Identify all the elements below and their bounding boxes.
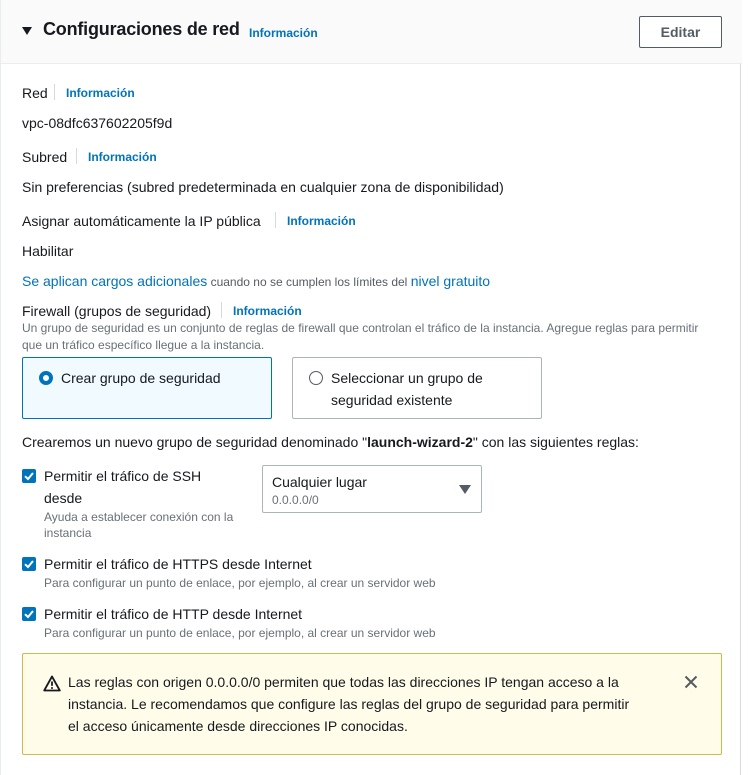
warning-alert: Las reglas con origen 0.0.0.0/0 permiten… bbox=[22, 653, 722, 755]
http-label: Permitir el tráfico de HTTP desde Intern… bbox=[44, 606, 303, 622]
firewall-description-line1: Un grupo de seguridad es un conjunto de … bbox=[22, 321, 699, 335]
header-info-link[interactable]: Información bbox=[249, 26, 318, 40]
http-help: Para configurar un punto de enlace, por … bbox=[44, 626, 436, 640]
ssh-source-cidr: 0.0.0.0/0 bbox=[272, 493, 319, 507]
select-existing-group-label-line1: Seleccionar un grupo de bbox=[331, 370, 483, 386]
close-icon[interactable] bbox=[683, 674, 699, 690]
public-ip-label: Asignar automáticamente la IP pública bbox=[22, 213, 261, 229]
network-label: Red bbox=[22, 85, 48, 101]
caret-down-icon bbox=[459, 485, 471, 494]
divider bbox=[221, 302, 222, 318]
rules-intro-suffix: " con las siguientes reglas: bbox=[472, 434, 639, 450]
divider bbox=[76, 148, 77, 164]
ssh-help-line1: Ayuda a establecer conexión con la bbox=[44, 510, 234, 524]
warning-text-line3: el acceso únicamente desde direcciones I… bbox=[68, 718, 408, 734]
subnet-value: Sin preferencias (subred predeterminada … bbox=[22, 179, 504, 195]
firewall-info-link[interactable]: Información bbox=[233, 304, 302, 318]
rules-intro: Crearemos un nuevo grupo de seguridad de… bbox=[22, 434, 639, 450]
ssh-source-select[interactable]: Cualquier lugar 0.0.0.0/0 bbox=[262, 465, 482, 513]
ssh-label-line1: Permitir el tráfico de SSH bbox=[44, 468, 202, 484]
create-security-group-option[interactable]: Crear grupo de seguridad bbox=[22, 357, 272, 419]
public-ip-info-link[interactable]: Información bbox=[287, 214, 356, 228]
https-label: Permitir el tráfico de HTTPS desde Inter… bbox=[44, 556, 312, 572]
network-settings-panel: Configuraciones de red Información Edita… bbox=[0, 0, 742, 775]
security-group-name: launch-wizard-2 bbox=[367, 434, 473, 450]
warning-icon bbox=[43, 675, 61, 692]
ssh-source-value: Cualquier lugar bbox=[272, 474, 367, 490]
public-ip-value: Habilitar bbox=[22, 243, 74, 259]
ssh-help-line2: instancia bbox=[44, 526, 92, 540]
subnet-label: Subred bbox=[22, 149, 68, 165]
subnet-info-link[interactable]: Información bbox=[88, 150, 157, 164]
network-info-link[interactable]: Información bbox=[66, 86, 135, 100]
additional-charges-link[interactable]: Se aplican cargos adicionales bbox=[22, 273, 207, 289]
warning-text: Las reglas con origen 0.0.0.0/0 permiten… bbox=[68, 671, 668, 737]
edit-button[interactable]: Editar bbox=[639, 16, 722, 48]
divider bbox=[275, 212, 276, 228]
radio-unselected[interactable] bbox=[309, 371, 323, 385]
caret-down-icon[interactable] bbox=[22, 27, 32, 35]
free-tier-link[interactable]: nivel gratuito bbox=[411, 273, 490, 289]
create-security-group-label: Crear grupo de seguridad bbox=[61, 370, 221, 386]
network-value: vpc-08dfc637602205f9d bbox=[22, 115, 173, 131]
panel-header: Configuraciones de red Información Edita… bbox=[1, 0, 742, 64]
warning-text-line2: instancia. Le recomendamos que configure… bbox=[68, 696, 630, 712]
https-help: Para configurar un punto de enlace, por … bbox=[44, 576, 436, 590]
check-icon bbox=[24, 560, 34, 569]
charges-notice: Se aplican cargos adicionales cuando no … bbox=[22, 273, 490, 289]
ssh-label-line2: desde bbox=[44, 490, 83, 506]
radio-selected[interactable] bbox=[39, 371, 53, 385]
select-existing-group-option[interactable]: Seleccionar un grupo de seguridad existe… bbox=[292, 357, 542, 419]
rules-intro-prefix: Crearemos un nuevo grupo de seguridad de… bbox=[22, 434, 368, 450]
check-icon bbox=[24, 472, 34, 481]
https-checkbox[interactable] bbox=[22, 557, 36, 571]
firewall-description-line2: que un tráfico específico llegue a la in… bbox=[22, 338, 265, 352]
ssh-checkbox[interactable] bbox=[22, 469, 36, 483]
select-existing-group-label-line2: seguridad existente bbox=[331, 392, 453, 408]
check-icon bbox=[24, 610, 34, 619]
firewall-label: Firewall (grupos de seguridad) bbox=[22, 303, 212, 319]
page-title: Configuraciones de red bbox=[43, 19, 240, 39]
http-checkbox[interactable] bbox=[22, 607, 36, 621]
charges-middle-text: cuando no se cumplen los límites del bbox=[207, 275, 411, 289]
warning-text-line1: Las reglas con origen 0.0.0.0/0 permiten… bbox=[68, 674, 619, 690]
divider bbox=[54, 84, 55, 100]
